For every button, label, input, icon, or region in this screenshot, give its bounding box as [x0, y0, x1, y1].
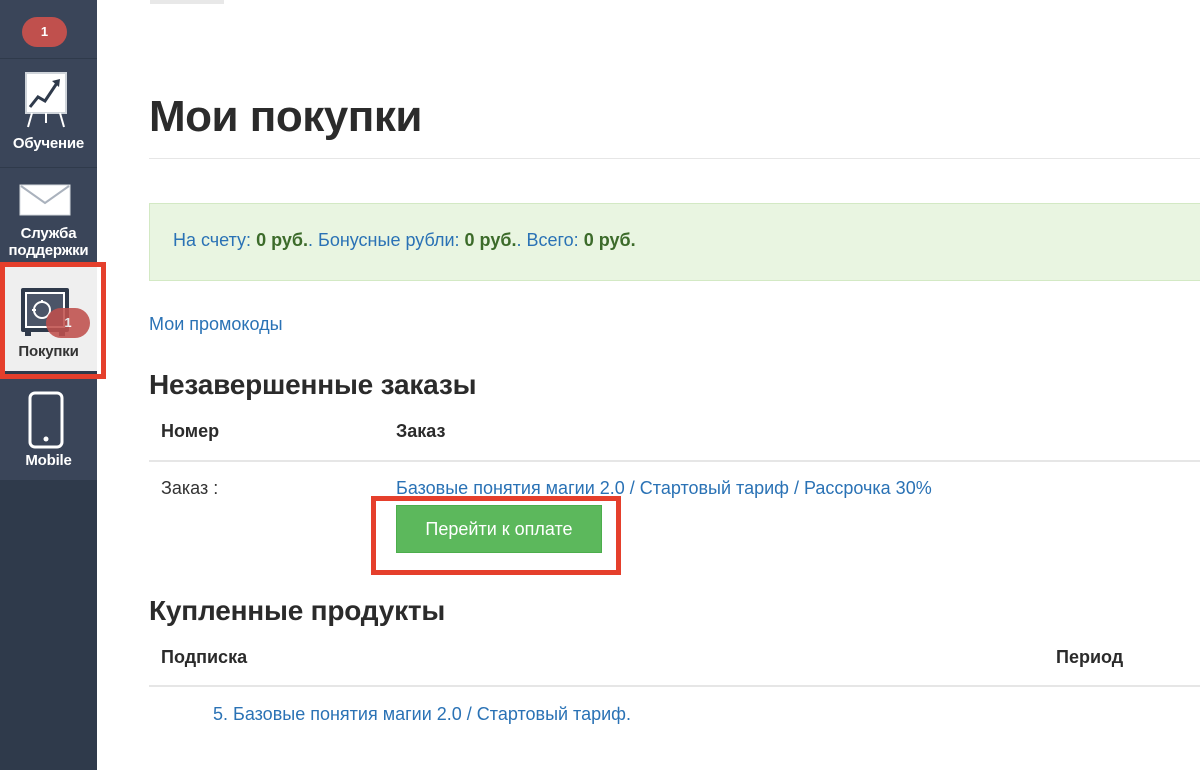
column-header-order: Заказ	[396, 421, 446, 441]
balance-panel: На счету: 0 руб.. Бонусные рубли: 0 руб.…	[149, 203, 1200, 281]
column-header-period: Период	[1056, 647, 1124, 667]
account-label: На счету:	[173, 230, 252, 250]
page-title: Мои покупки	[149, 92, 422, 141]
order-number: Заказ :	[161, 478, 219, 498]
chart-easel-icon	[25, 72, 67, 128]
table-divider	[149, 460, 1200, 462]
sidebar-item-label: Обучение	[12, 135, 85, 152]
highlight-outline-payment	[371, 496, 621, 575]
sidebar: 1 Обучение Служба поддержки 1 Покупки Mo…	[0, 0, 106, 770]
smartphone-icon	[28, 391, 64, 449]
total-value: 0 руб.	[583, 230, 636, 250]
divider	[149, 158, 1200, 159]
purchased-products-title: Купленные продукты	[149, 595, 446, 626]
separator: .	[516, 230, 522, 250]
sidebar-item-mobile[interactable]: Mobile	[0, 379, 97, 480]
table-divider	[149, 685, 1200, 687]
separator: .	[307, 230, 313, 250]
sidebar-item-support[interactable]: Служба поддержки	[0, 168, 97, 264]
account-value: 0 руб.	[256, 230, 308, 250]
bonus-value: 0 руб.	[464, 230, 517, 250]
sidebar-item-label: Mobile	[25, 452, 72, 469]
total-label: Всего:	[526, 230, 579, 250]
bonus-label: Бонусные рубли:	[318, 230, 460, 250]
notification-badge: 1	[22, 17, 67, 47]
subscription-link[interactable]: 5. Базовые понятия магии 2.0 / Стартовый…	[213, 704, 631, 725]
sidebar-item-label-line2: поддержки	[8, 242, 89, 259]
column-header-number: Номер	[161, 421, 220, 441]
sidebar-top-notifications[interactable]: 1	[0, 0, 97, 58]
envelope-icon	[19, 184, 71, 216]
sidebar-item-learning[interactable]: Обучение	[0, 59, 97, 167]
promocodes-link[interactable]: Мои промокоды	[149, 314, 283, 335]
logo-fragment	[150, 0, 224, 4]
highlight-outline-purchases	[0, 262, 106, 379]
incomplete-orders-title: Незавершенные заказы	[149, 369, 477, 400]
column-header-subscription: Подписка	[161, 647, 248, 667]
sidebar-item-label-line1: Служба	[20, 225, 77, 242]
